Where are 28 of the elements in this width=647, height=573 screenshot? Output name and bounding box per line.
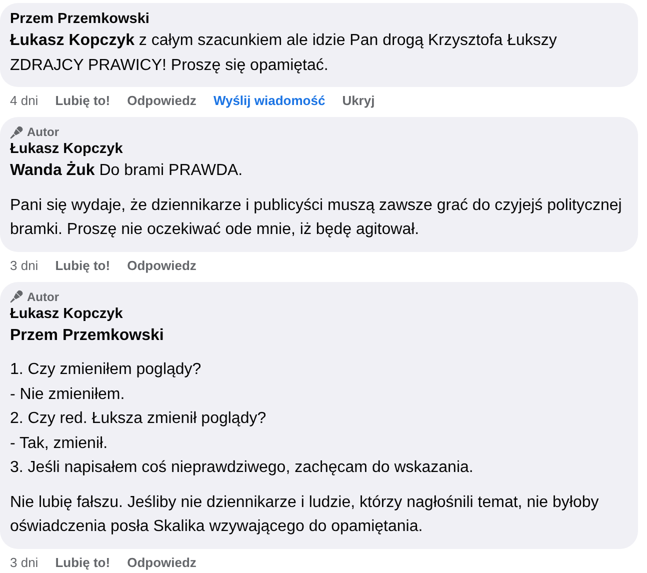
comment-text: 3. Jeśli napisałem coś nieprawdziwego, zachęcam do wskazania.	[10, 458, 474, 478]
action-link[interactable]: Lubię to!	[55, 554, 110, 572]
action-link[interactable]: Odpowiedz	[127, 554, 196, 572]
author-label: Autor	[27, 124, 59, 140]
action-link[interactable]: Odpowiedz	[127, 256, 196, 274]
author-name[interactable]: Łukasz Kopczyk	[10, 304, 626, 324]
comment-text: 1. Czy zmieniłem poglądy?	[10, 360, 202, 380]
comment-time[interactable]: 3 dni	[10, 256, 38, 274]
comment-text: Łukasz Kopczyk z całym szacunkiem ale idzie Pan drogą Krzysztofa Łukszy ZDRAJCY PRAWICY! Proszę się opamiętać.	[10, 31, 558, 76]
action-link[interactable]: Lubię to!	[55, 92, 110, 110]
author-label: Autor	[27, 288, 59, 304]
author-name[interactable]: Łukasz Kopczyk	[10, 140, 626, 159]
action-link[interactable]: Ukryj	[342, 92, 375, 110]
comment-text: 2. Czy red. Łuksza zmienił poglądy?	[10, 409, 268, 429]
microphone-icon	[10, 290, 23, 303]
action-link[interactable]: Wyślij wiadomość	[213, 92, 326, 110]
comment-text: Wanda Żuk Do brami PRAWDA.	[10, 160, 244, 181]
comment-text: - Nie zmieniłem.	[10, 384, 126, 404]
microphone-icon	[10, 126, 23, 138]
action-link[interactable]: Lubię to!	[55, 256, 110, 274]
mention-name[interactable]: Przem Przemkowski	[10, 324, 626, 348]
comment-time[interactable]: 3 dni	[10, 554, 38, 572]
comment-text: Pani się wydaje, że dziennikarze i publicyści muszą zawsze grać do czyjejś politycznej bramki. Proszę nie oczekiwać ode mnie, iż będę agitował.	[10, 196, 623, 240]
action-link[interactable]: Odpowiedz	[127, 92, 196, 110]
comment-time[interactable]: 4 dni	[10, 92, 38, 110]
author-name[interactable]: Przem Przemkowski	[10, 10, 626, 29]
comment-text: Nie lubię fałszu. Jeśliby nie dziennikarze i ludzie, którzy nagłośnili temat, nie byłoby oświadczenia posła Skalika wzywającego do opamiętania.	[10, 492, 600, 537]
comment-text: - Tak, zmienił.	[10, 434, 109, 454]
